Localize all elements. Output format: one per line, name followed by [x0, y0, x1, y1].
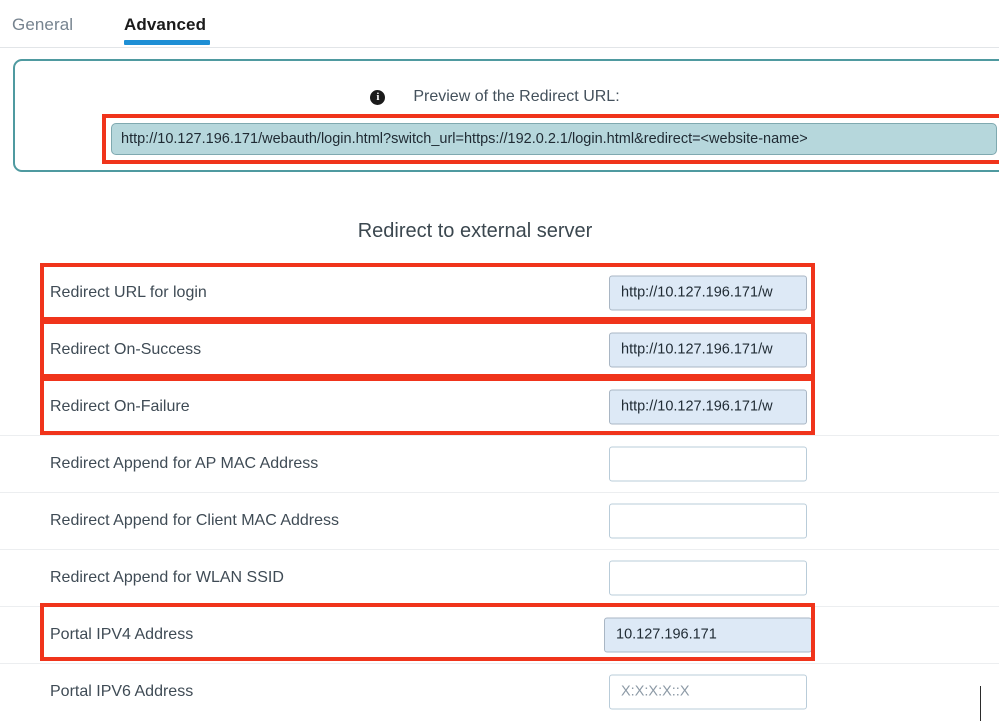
field-label-portal-ipv4-address: Portal IPV4 Address [50, 626, 194, 643]
redirect-url-preview-panel: i Preview of the Redirect URL: http://10.… [13, 59, 999, 172]
table-row: Redirect Append for AP MAC Address [0, 435, 999, 492]
tab-advanced[interactable]: Advanced [124, 14, 206, 36]
field-input-portal-ipv4-address[interactable]: 10.127.196.171 [604, 617, 812, 653]
table-row: Redirect Append for WLAN SSID [0, 549, 999, 606]
info-icon: i [370, 90, 386, 105]
preview-heading-label: Preview of the Redirect URL: [413, 88, 620, 105]
field-label-redirect-append-ap-mac: Redirect Append for AP MAC Address [50, 455, 319, 472]
tab-active-indicator [124, 40, 210, 45]
field-label-redirect-append-wlan-ssid: Redirect Append for WLAN SSID [50, 569, 284, 586]
field-label-redirect-on-failure: Redirect On-Failure [50, 397, 190, 415]
redirect-settings-form: Redirect URL for login http://10.127.196… [0, 264, 999, 720]
tab-general[interactable]: General [12, 14, 73, 36]
table-row: Portal IPV6 Address X:X:X:X::X [0, 663, 999, 720]
table-row: Redirect Append for Client MAC Address [0, 492, 999, 549]
field-input-redirect-append-ap-mac[interactable] [609, 446, 807, 482]
panel-edge-rule [980, 686, 981, 721]
field-input-redirect-on-failure[interactable]: http://10.127.196.171/w [609, 389, 807, 424]
field-input-redirect-append-client-mac[interactable] [609, 503, 807, 539]
table-row: Portal IPV4 Address 10.127.196.171 [0, 606, 999, 663]
field-input-portal-ipv6-address[interactable]: X:X:X:X::X [609, 674, 807, 710]
table-row: Redirect URL for login http://10.127.196… [0, 264, 999, 321]
page-title: Redirect to external server [357, 220, 593, 242]
field-label-redirect-on-success: Redirect On-Success [50, 340, 202, 358]
preview-url-value[interactable]: http://10.127.196.171/webauth/login.html… [111, 123, 997, 155]
preview-url-highlight: http://10.127.196.171/webauth/login.html… [102, 114, 999, 164]
field-label-redirect-url-for-login: Redirect URL for login [50, 283, 207, 301]
table-row: Redirect On-Success http://10.127.196.17… [0, 321, 999, 378]
field-label-redirect-append-client-mac: Redirect Append for Client MAC Address [50, 512, 340, 529]
field-input-redirect-append-wlan-ssid[interactable] [609, 560, 807, 596]
tab-bar: General Advanced [0, 0, 999, 48]
field-input-redirect-on-success[interactable]: http://10.127.196.171/w [609, 332, 807, 367]
preview-heading-row: i Preview of the Redirect URL: [15, 88, 975, 106]
table-row: Redirect On-Failure http://10.127.196.17… [0, 378, 999, 435]
field-label-portal-ipv6-address: Portal IPV6 Address [50, 683, 194, 700]
field-input-redirect-url-for-login[interactable]: http://10.127.196.171/w [609, 275, 807, 310]
